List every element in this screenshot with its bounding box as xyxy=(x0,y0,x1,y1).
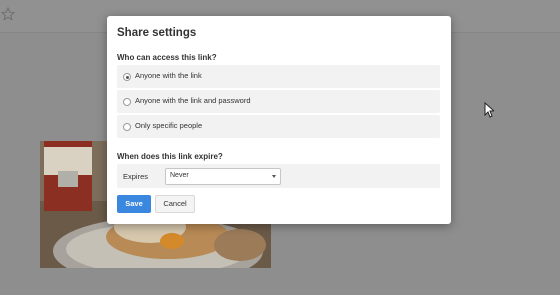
radio-button-specific-people[interactable] xyxy=(123,123,131,131)
mouse-cursor-icon xyxy=(484,102,494,118)
access-option-password[interactable]: Anyone with the link and password xyxy=(117,90,440,113)
access-option-label: Only specific people xyxy=(135,121,203,130)
expires-select-value: Never xyxy=(170,172,189,179)
save-button[interactable]: Save xyxy=(117,195,151,213)
expires-row: Expires Never xyxy=(117,164,440,188)
access-option-label: Anyone with the link xyxy=(135,71,202,80)
radio-button-anyone[interactable] xyxy=(123,73,131,81)
expires-label: Expires xyxy=(123,172,149,181)
access-option-specific-people[interactable]: Only specific people xyxy=(117,115,440,138)
expire-section-label: When does this link expire? xyxy=(117,152,223,161)
access-option-anyone[interactable]: Anyone with the link xyxy=(117,65,440,88)
share-settings-dialog: Share settings Who can access this link?… xyxy=(107,16,451,224)
radio-button-password[interactable] xyxy=(123,98,131,106)
cancel-button[interactable]: Cancel xyxy=(155,195,195,213)
access-section-label: Who can access this link? xyxy=(117,53,217,62)
chevron-down-icon xyxy=(272,175,276,178)
access-option-label: Anyone with the link and password xyxy=(135,96,251,105)
dialog-title: Share settings xyxy=(117,27,197,39)
star-icon[interactable] xyxy=(1,7,15,21)
expires-select[interactable]: Never xyxy=(165,168,281,185)
